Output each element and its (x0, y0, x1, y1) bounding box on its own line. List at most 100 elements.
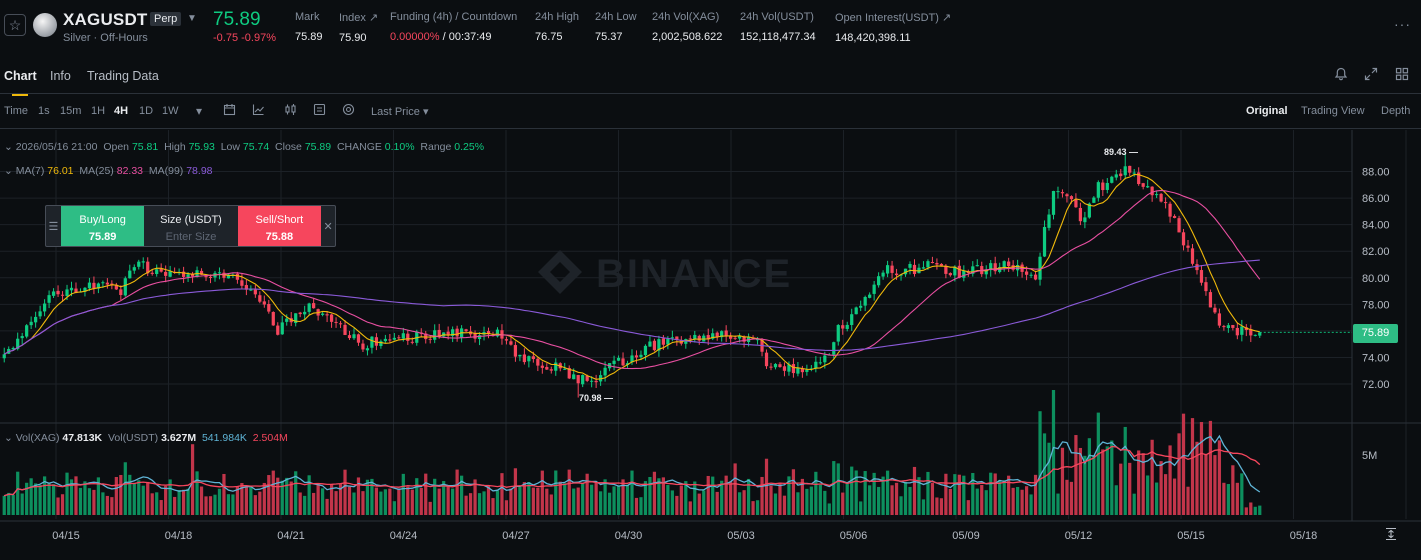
volume-bar (715, 491, 719, 515)
candle-body (410, 341, 414, 343)
indicator-icon[interactable] (250, 103, 266, 119)
candle-body (370, 336, 374, 348)
candle-body (1172, 216, 1177, 218)
candle-body (101, 282, 105, 284)
volume-bar (935, 497, 939, 515)
interval-1d[interactable]: 1D (139, 105, 153, 117)
candle-body (298, 312, 302, 315)
close-icon[interactable]: ✕ (321, 206, 335, 246)
size-input[interactable]: Size (USDT) Enter Size (144, 206, 237, 246)
volume-bar (1240, 473, 1244, 515)
candle-body (859, 305, 863, 308)
shield-icon[interactable] (340, 103, 356, 119)
scroll-to-latest-icon[interactable] (1383, 527, 1399, 543)
candle-body (2, 354, 6, 359)
calendar-icon[interactable] (221, 103, 237, 119)
view-trading-view[interactable]: Trading View (1301, 105, 1365, 117)
ma-legend: ⌄ MA(7) 76.01 MA(25) 82.33 MA(99) 78.98 (4, 165, 213, 177)
interval-4h[interactable]: 4H (114, 105, 128, 117)
drag-handle-icon[interactable]: ☰ (46, 206, 61, 246)
candle-body (320, 313, 325, 315)
candle-body (670, 337, 674, 339)
candle-body (29, 321, 33, 326)
interval-1h[interactable]: 1H (91, 105, 105, 117)
stat-index[interactable]: Index ↗ 75.90 (339, 11, 378, 44)
volume-bar (1213, 455, 1217, 515)
interval-dropdown-icon[interactable]: ▾ (191, 103, 207, 119)
candle-body (235, 273, 240, 280)
volume-bar (186, 488, 190, 515)
funding-rate: 0.00000% (390, 31, 440, 43)
buy-long-button[interactable]: Buy/Long 75.89 (60, 206, 145, 246)
candlestick-type-icon[interactable] (282, 103, 298, 119)
volume-bar (603, 479, 607, 515)
candle-body (34, 316, 38, 323)
interval-1w[interactable]: 1W (162, 105, 179, 117)
volume-bar (814, 471, 818, 515)
interval-15m[interactable]: 15m (60, 105, 81, 117)
volume-bar (406, 486, 410, 515)
volume-bar (1042, 433, 1047, 515)
volume-bar (101, 492, 105, 515)
candle-body (944, 265, 948, 274)
candle-body (894, 273, 899, 276)
volume-bar (249, 486, 253, 515)
candle-body (509, 341, 513, 345)
volume-bar (877, 486, 881, 515)
view-original[interactable]: Original (1246, 105, 1288, 117)
bell-icon[interactable] (1333, 67, 1349, 83)
candle-body (782, 366, 787, 371)
candle-body (1226, 325, 1230, 329)
volume-bar (1150, 439, 1154, 515)
chart-canvas[interactable]: 88.0086.0084.0082.0080.0078.0076.0074.00… (0, 130, 1421, 560)
volume-bar (607, 492, 612, 515)
volume-bar (545, 488, 549, 515)
tab-chart[interactable]: Chart (4, 69, 37, 96)
volume-bar (504, 500, 509, 515)
volume-bar (217, 488, 222, 515)
tab-info[interactable]: Info (50, 69, 71, 83)
candle-body (455, 328, 459, 337)
expand-icon[interactable] (1363, 67, 1379, 83)
candle-body (132, 267, 136, 271)
candle-body (764, 352, 769, 367)
candle-body (217, 272, 222, 274)
candle-body (164, 271, 168, 276)
date-axis-label: 04/18 (165, 530, 193, 542)
candle-body (150, 272, 154, 274)
view-depth[interactable]: Depth (1381, 105, 1410, 117)
chevron-down-icon[interactable]: ⌄ (4, 141, 13, 153)
volume-bar (1020, 489, 1024, 515)
settings-sliders-icon[interactable] (311, 103, 327, 119)
interval-1s[interactable]: 1s (38, 105, 50, 117)
candle-body (872, 284, 876, 294)
symbol-name[interactable]: XAGUSDT (63, 10, 148, 30)
vol-usdt-value: 3.627M (161, 432, 197, 444)
volume-bar (576, 487, 580, 515)
kline-chart[interactable]: 88.0086.0084.0082.0080.0078.0076.0074.00… (0, 130, 1421, 560)
tab-trading-data[interactable]: Trading Data (87, 69, 159, 83)
volume-bar (1002, 480, 1006, 515)
candle-body (666, 338, 670, 345)
grid-layout-icon[interactable] (1394, 67, 1410, 83)
size-placeholder[interactable]: Enter Size (144, 229, 237, 246)
volume-bar (590, 484, 594, 515)
price-type-select[interactable]: Last Price ▾ (371, 105, 429, 118)
favorite-star-icon[interactable]: ☆ (4, 14, 26, 36)
volume-bar (1038, 411, 1042, 515)
chevron-down-icon[interactable]: ⌄ (4, 165, 13, 177)
symbol-dropdown-chevron-icon[interactable]: ▼ (187, 13, 197, 24)
candle-body (832, 342, 836, 355)
volume-bar (616, 485, 621, 515)
candle-body (258, 295, 262, 302)
perp-badge: Perp (150, 12, 182, 26)
volume-bar (585, 473, 589, 515)
candle-body (823, 355, 827, 363)
stat-open-interest[interactable]: Open Interest(USDT) ↗ 148,420,398.11 (835, 11, 951, 44)
more-options-icon[interactable]: ··· (1394, 16, 1411, 32)
volume-bar (392, 501, 396, 515)
volume-bar (83, 481, 87, 515)
stat-24h-low: 24h Low 75.37 (595, 11, 637, 43)
chevron-down-icon[interactable]: ⌄ (4, 432, 13, 444)
sell-short-button[interactable]: Sell/Short 75.88 (237, 206, 322, 246)
